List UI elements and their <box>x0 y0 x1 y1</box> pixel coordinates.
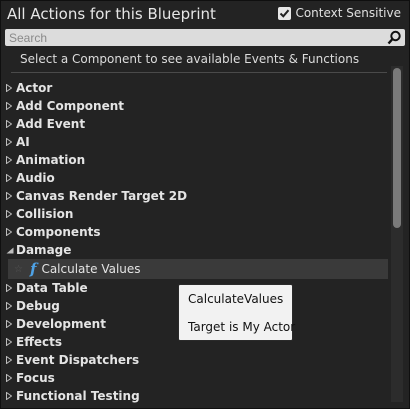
search-input[interactable] <box>5 29 375 46</box>
collapsed-arrow-icon[interactable] <box>6 210 14 218</box>
collapsed-arrow-icon[interactable] <box>6 374 14 382</box>
category-label: Add Event <box>16 117 86 131</box>
category-label: AI <box>16 135 30 149</box>
category-label: Add Component <box>16 99 124 113</box>
category-label: Actor <box>16 81 53 95</box>
search-icon[interactable] <box>387 30 402 45</box>
context-sensitive-label: Context Sensitive <box>295 6 401 20</box>
collapsed-arrow-icon[interactable] <box>6 192 14 200</box>
category-label: Animation <box>16 153 86 167</box>
function-tooltip: CalculateValues Target is My Actor <box>178 284 296 341</box>
category-animation[interactable]: Animation <box>1 151 389 169</box>
collapsed-arrow-icon[interactable] <box>6 102 14 110</box>
category-focus[interactable]: Focus <box>1 369 389 387</box>
collapsed-arrow-icon[interactable] <box>6 302 14 310</box>
category-label: Event Dispatchers <box>16 353 140 367</box>
category-functional-testing[interactable]: Functional Testing <box>1 387 389 405</box>
category-label: Functional Testing <box>16 389 140 403</box>
category-ai[interactable]: AI <box>1 133 389 151</box>
panel-title: All Actions for this Blueprint <box>7 5 216 23</box>
action-menu-panel: All Actions for this Blueprint Context S… <box>0 0 410 409</box>
context-sensitive-toggle[interactable]: Context Sensitive <box>278 6 401 20</box>
category-label: Collision <box>16 207 74 221</box>
collapsed-arrow-icon[interactable] <box>6 84 14 92</box>
collapsed-arrow-icon[interactable] <box>6 156 14 164</box>
category-event-dispatchers[interactable]: Event Dispatchers <box>1 351 389 369</box>
collapsed-arrow-icon[interactable] <box>6 392 14 400</box>
vertical-scrollbar[interactable] <box>391 66 403 402</box>
category-add-event[interactable]: Add Event <box>1 115 389 133</box>
category-audio[interactable]: Audio <box>1 169 389 187</box>
action-category-list: Actor Add Component Add Event AI Animation Au… <box>1 79 389 405</box>
category-label: Data Table <box>16 281 88 295</box>
collapsed-arrow-icon[interactable] <box>6 284 14 292</box>
category-label: Canvas Render Target 2D <box>16 189 188 203</box>
category-collision[interactable]: Collision <box>1 205 389 223</box>
collapsed-arrow-icon[interactable] <box>6 338 14 346</box>
component-hint-text: Select a Component to see available Even… <box>20 52 360 66</box>
function-icon: f <box>30 260 37 278</box>
collapsed-arrow-icon[interactable] <box>6 356 14 364</box>
checkbox-checked-icon[interactable] <box>278 6 292 20</box>
collapsed-arrow-icon[interactable] <box>6 120 14 128</box>
category-canvas-render-target-2d[interactable]: Canvas Render Target 2D <box>1 187 389 205</box>
category-actor[interactable]: Actor <box>1 79 389 97</box>
collapsed-arrow-icon[interactable] <box>6 174 14 182</box>
category-add-component[interactable]: Add Component <box>1 97 389 115</box>
action-item-calculate-values[interactable]: ☆ f Calculate Values <box>8 259 388 279</box>
category-label: Components <box>16 225 101 239</box>
divider <box>11 72 387 73</box>
category-label: Damage <box>16 243 72 257</box>
category-components[interactable]: Components <box>1 223 389 241</box>
collapsed-arrow-icon[interactable] <box>6 138 14 146</box>
action-item-label: Calculate Values <box>41 262 141 276</box>
category-label: Debug <box>16 299 60 313</box>
category-label: Development <box>16 317 106 331</box>
scrollbar-thumb[interactable] <box>393 68 401 228</box>
collapsed-arrow-icon[interactable] <box>6 320 14 328</box>
collapsed-arrow-icon[interactable] <box>6 228 14 236</box>
tooltip-function-name: CalculateValues <box>188 292 284 306</box>
search-box[interactable] <box>5 29 405 46</box>
tooltip-target-text: Target is My Actor <box>188 320 296 334</box>
favorite-star-icon[interactable]: ☆ <box>14 264 26 275</box>
category-label: Effects <box>16 335 63 349</box>
category-damage[interactable]: Damage <box>1 241 389 259</box>
category-label: Audio <box>16 171 55 185</box>
category-label: Focus <box>16 371 55 385</box>
expanded-arrow-icon[interactable] <box>6 247 14 254</box>
